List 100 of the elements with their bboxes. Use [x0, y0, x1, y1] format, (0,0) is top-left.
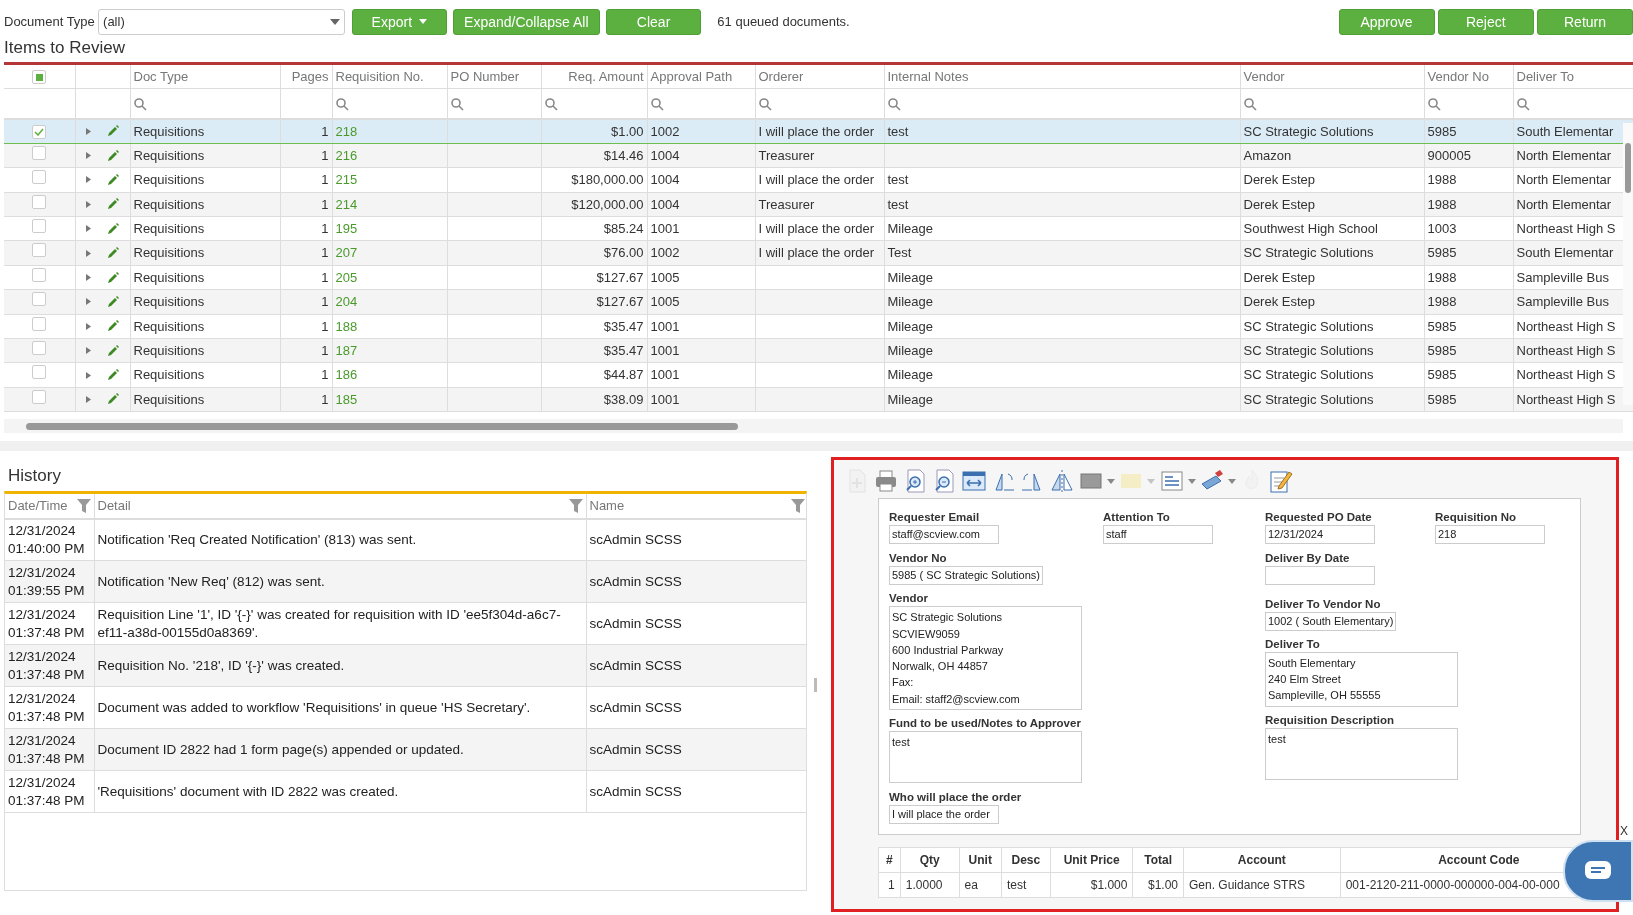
pencil-icon[interactable]: [106, 247, 119, 260]
expand-icon[interactable]: [86, 371, 92, 379]
text-box-icon[interactable]: [1158, 468, 1185, 494]
requisition-link[interactable]: 188: [335, 318, 358, 334]
filter-icon[interactable]: [76, 498, 91, 513]
pencil-icon[interactable]: [106, 222, 119, 235]
column-header[interactable]: Internal Notes: [884, 65, 1240, 88]
splitter-handle[interactable]: [813, 677, 817, 692]
input-field[interactable]: 218: [1435, 525, 1545, 544]
requisition-link[interactable]: 216: [335, 147, 358, 163]
column-header[interactable]: Deliver To: [1513, 65, 1633, 88]
requisition-link[interactable]: 218: [335, 123, 358, 139]
table-cell: 5985: [1427, 123, 1457, 139]
input-field[interactable]: 1002 ( South Elementary): [1265, 611, 1397, 631]
row-checkbox[interactable]: [32, 340, 47, 355]
input-field[interactable]: 12/31/2024: [1265, 525, 1375, 544]
row-checkbox[interactable]: [32, 365, 47, 380]
action-button[interactable]: Return: [1537, 8, 1633, 35]
row-checkbox[interactable]: [32, 124, 47, 139]
text-area[interactable]: South Elementary 240 Elm Street Sampleville, OH 55555: [1265, 651, 1458, 707]
pencil-icon[interactable]: [106, 295, 119, 308]
expand-icon[interactable]: [86, 176, 92, 184]
text-area[interactable]: test: [1265, 727, 1458, 780]
toolbar-button[interactable]: Clear: [606, 8, 702, 35]
requisition-link[interactable]: 214: [335, 196, 358, 212]
vertical-scrollbar[interactable]: [1623, 123, 1633, 405]
field-label: Vendor No: [889, 551, 948, 566]
column-header[interactable]: Doc Type: [130, 65, 280, 88]
requisition-link[interactable]: 185: [335, 391, 358, 407]
requisition-link[interactable]: 204: [335, 294, 358, 310]
input-field[interactable]: staff@scview.com: [889, 525, 999, 544]
pencil-icon[interactable]: [106, 198, 119, 211]
expand-icon[interactable]: [86, 225, 92, 233]
history-detail: 'Requisitions' document with ID 2822 was created.: [97, 783, 399, 799]
row-checkbox[interactable]: [32, 170, 47, 185]
column-header[interactable]: Date/Time: [8, 496, 68, 516]
row-checkbox[interactable]: [32, 243, 47, 258]
expand-icon[interactable]: [86, 298, 92, 306]
text-area[interactable]: test: [889, 731, 1082, 784]
filter-icon[interactable]: [790, 498, 805, 513]
column-header[interactable]: Vendor: [1240, 65, 1424, 88]
row-checkbox[interactable]: [32, 194, 47, 209]
column-header[interactable]: Orderer: [755, 65, 884, 88]
row-checkbox[interactable]: [32, 145, 47, 160]
select-all-checkbox[interactable]: [32, 70, 47, 84]
input-field[interactable]: 5985 ( SC Strategic Solutions): [889, 566, 1043, 585]
expand-icon[interactable]: [86, 322, 92, 330]
action-button[interactable]: Approve: [1338, 8, 1435, 35]
column-header[interactable]: Pages: [280, 65, 332, 88]
pencil-icon[interactable]: [106, 173, 119, 186]
requisition-link[interactable]: 195: [335, 221, 358, 236]
pencil-icon[interactable]: [106, 149, 119, 162]
column-header[interactable]: Detail: [97, 496, 131, 516]
row-checkbox[interactable]: [32, 316, 47, 331]
toolbar-button[interactable]: Expand/Collapse All: [453, 8, 600, 35]
input-field[interactable]: I will place the order: [889, 804, 999, 824]
row-checkbox[interactable]: [32, 267, 47, 282]
column-header[interactable]: Approval Path: [647, 65, 755, 88]
caret-icon[interactable]: [1107, 478, 1115, 484]
column-header[interactable]: Name: [589, 496, 625, 516]
input-field[interactable]: staff: [1103, 525, 1213, 544]
requisition-link[interactable]: 186: [335, 367, 358, 383]
close-button[interactable]: X: [1620, 822, 1628, 840]
flip-icon[interactable]: [1048, 468, 1075, 494]
expand-icon[interactable]: [86, 249, 92, 257]
pencil-icon[interactable]: [106, 393, 119, 406]
text-area[interactable]: SC Strategic Solutions SCVIEW9059 600 Industrial Parkway Norwalk, OH 44857 Fax: Email: staff2@scview.com: [889, 606, 1082, 711]
row-checkbox[interactable]: [32, 389, 47, 404]
row-checkbox[interactable]: [32, 292, 47, 307]
column-header[interactable]: PO Number: [447, 65, 541, 88]
requisition-link[interactable]: 187: [335, 342, 358, 358]
column-header[interactable]: Requisition No.: [332, 65, 447, 88]
caret-icon[interactable]: [1187, 478, 1196, 484]
pencil-icon[interactable]: [106, 125, 119, 138]
row-checkbox[interactable]: [32, 219, 47, 233]
pencil-icon[interactable]: [106, 369, 119, 382]
input-field[interactable]: [1265, 566, 1375, 585]
filter-icon[interactable]: [568, 498, 583, 513]
column-header[interactable]: Req. Amount: [541, 65, 647, 88]
chat-button[interactable]: [1563, 840, 1633, 902]
expand-icon[interactable]: [86, 152, 92, 160]
pencil-icon[interactable]: [106, 320, 119, 333]
column-header[interactable]: Vendor No: [1424, 65, 1513, 88]
expand-icon[interactable]: [86, 396, 92, 403]
expand-icon[interactable]: [86, 347, 92, 355]
expand-icon[interactable]: [86, 200, 92, 208]
requisition-link[interactable]: 207: [335, 245, 358, 261]
pencil-icon[interactable]: [106, 344, 119, 357]
document-type-select[interactable]: (all): [98, 8, 346, 35]
fit-width-icon[interactable]: [961, 468, 987, 494]
requisition-link[interactable]: 205: [335, 269, 358, 285]
toolbar-button[interactable]: Export: [351, 8, 447, 35]
requisition-link[interactable]: 215: [335, 172, 358, 188]
action-button[interactable]: Reject: [1437, 8, 1534, 35]
horizontal-scrollbar[interactable]: [4, 419, 1623, 433]
note-edit-icon[interactable]: [1268, 468, 1295, 494]
expand-icon[interactable]: [86, 127, 92, 135]
expand-icon[interactable]: [86, 274, 92, 282]
pencil-icon[interactable]: [106, 271, 119, 284]
caret-icon[interactable]: [1227, 478, 1236, 484]
